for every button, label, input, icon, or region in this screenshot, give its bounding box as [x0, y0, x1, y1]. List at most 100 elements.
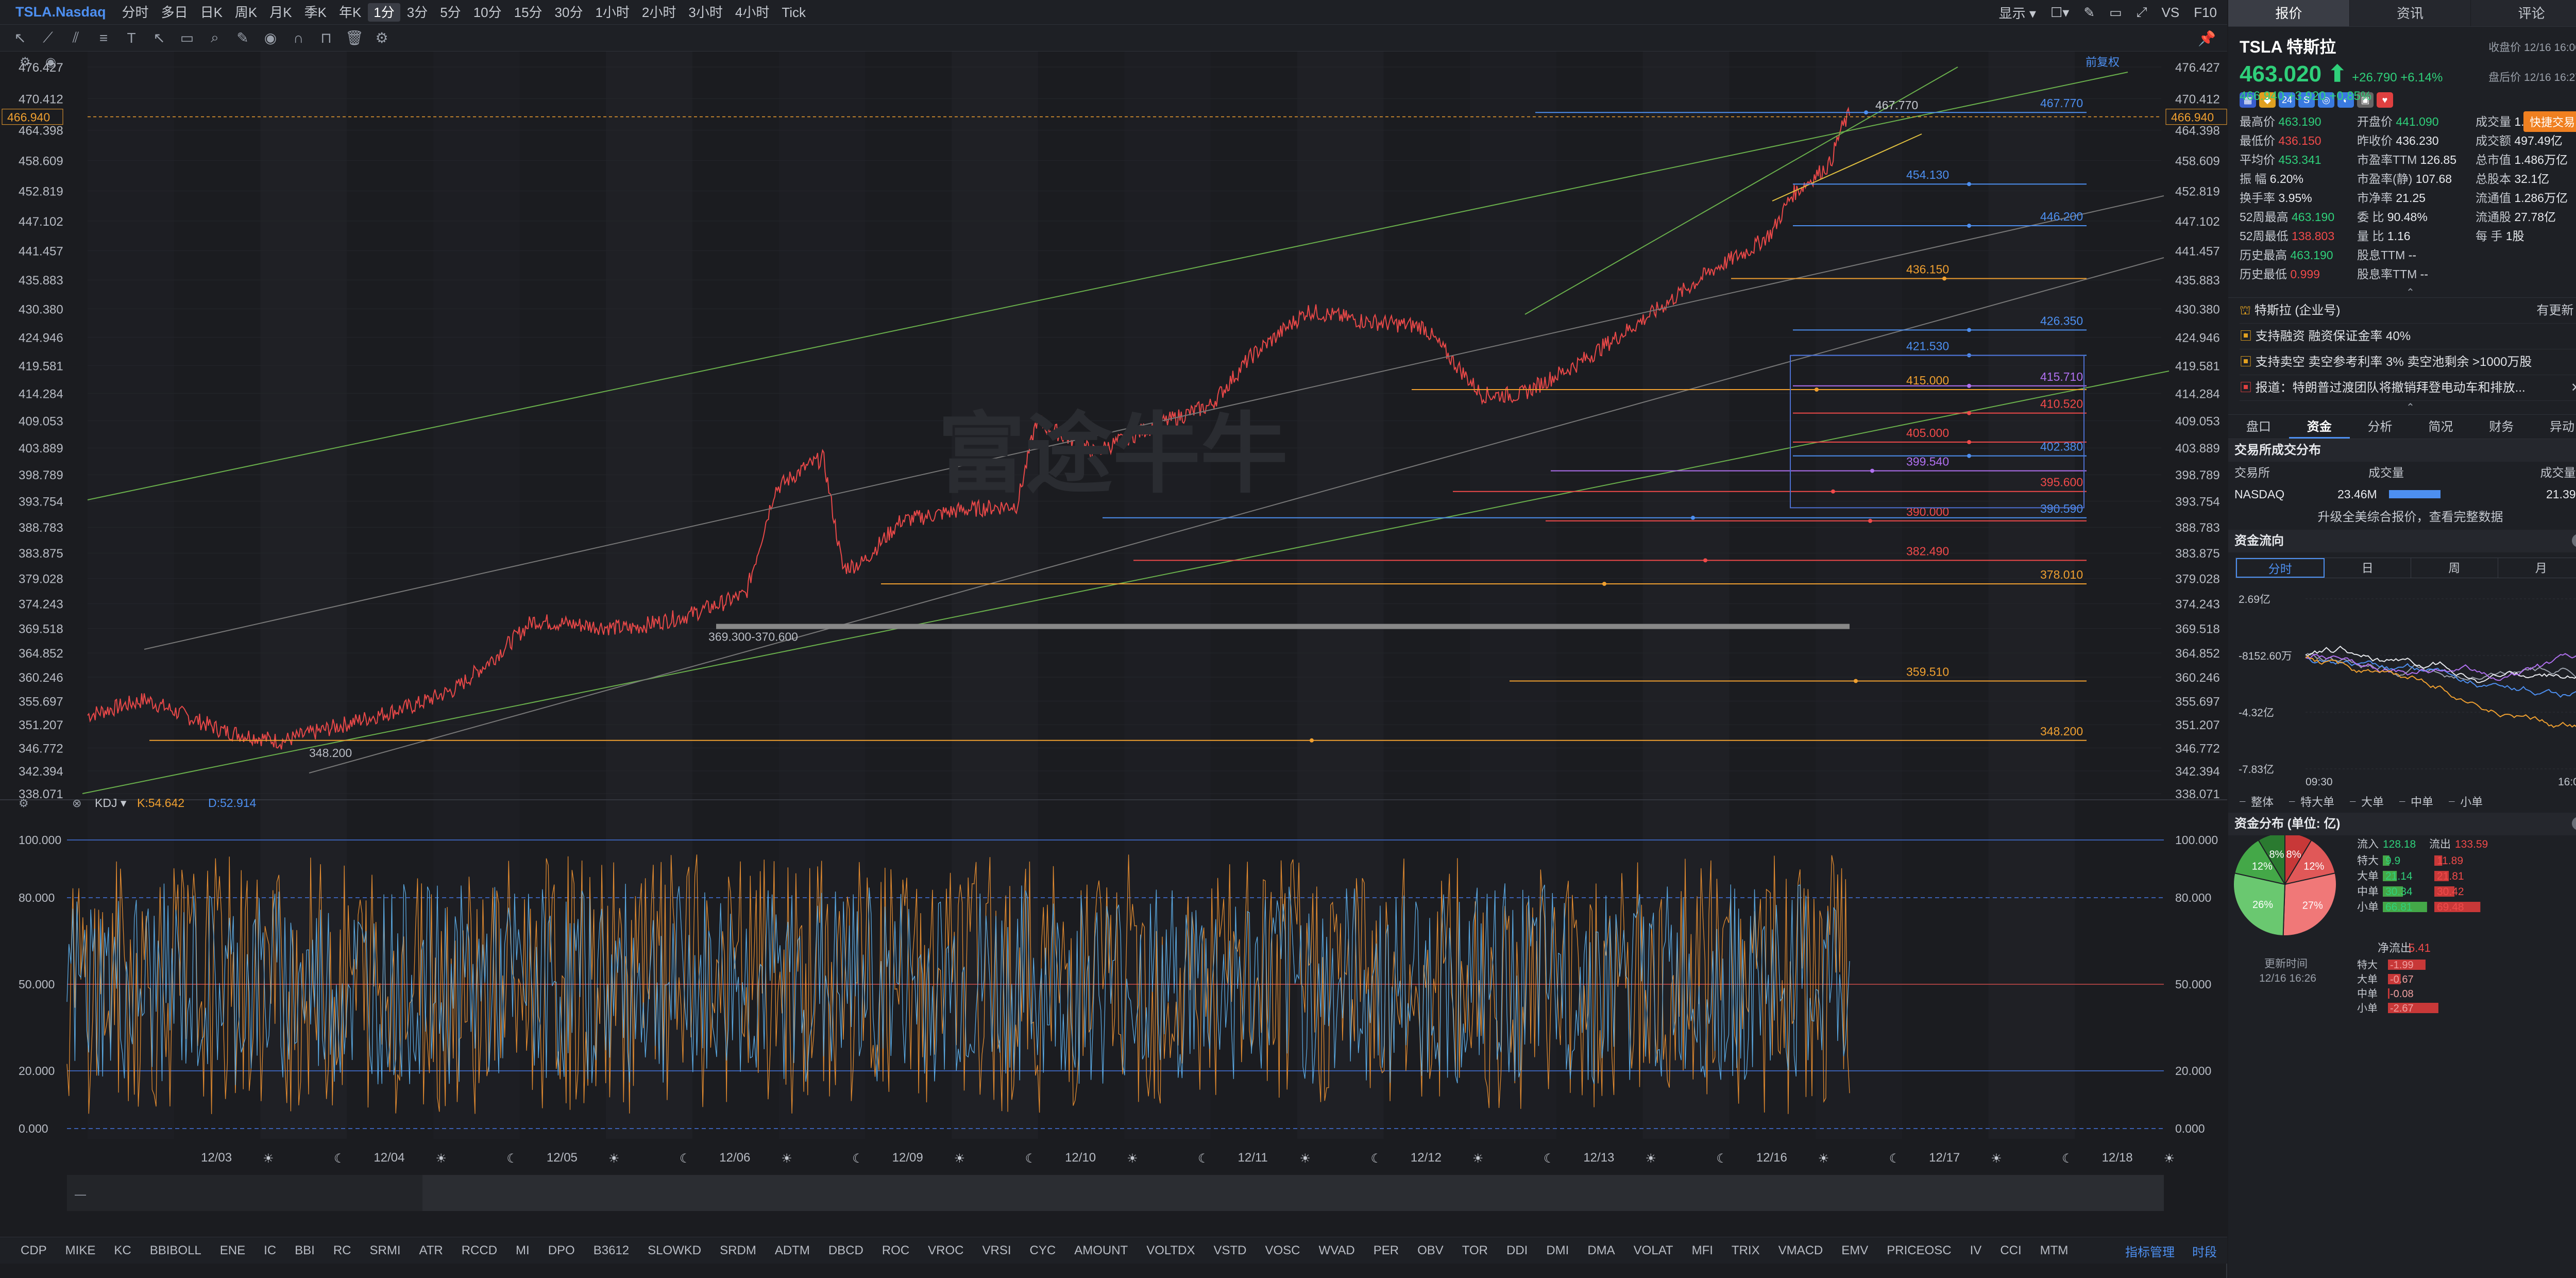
period-14[interactable]: 2小时	[636, 3, 682, 22]
indicator-10[interactable]: RCCD	[462, 1243, 497, 1258]
indicator-29[interactable]: TOR	[1462, 1243, 1488, 1258]
period-13[interactable]: 1小时	[589, 3, 635, 22]
period-5[interactable]: 季K	[299, 3, 332, 22]
indicator-24[interactable]: VSTD	[1213, 1243, 1246, 1258]
collapse-icon[interactable]: ⌃	[2228, 286, 2576, 298]
indicator-18[interactable]: ROC	[882, 1243, 909, 1258]
channel-tool-icon[interactable]: ⫽	[67, 29, 84, 46]
period-4[interactable]: 月K	[264, 3, 297, 22]
f10-button[interactable]: F10	[2194, 5, 2217, 21]
lock-icon[interactable]: ⊓	[317, 29, 335, 46]
period-8[interactable]: 3分	[401, 3, 433, 22]
indicator-21[interactable]: CYC	[1030, 1243, 1056, 1258]
indicator-26[interactable]: WVAD	[1318, 1243, 1354, 1258]
indicator-12[interactable]: DPO	[548, 1243, 575, 1258]
indicator-19[interactable]: VROC	[928, 1243, 963, 1258]
eye-icon[interactable]: ◉	[262, 29, 279, 46]
indicator-3[interactable]: BBIBOLL	[150, 1243, 201, 1258]
indicator-16[interactable]: ADTM	[775, 1243, 810, 1258]
news-right[interactable]: 有更新 ›	[2536, 298, 2576, 323]
flow-tab-0[interactable]: 分时	[2236, 558, 2325, 578]
symbol-label[interactable]: TSLA.Nasdaq	[15, 4, 106, 20]
cursor-icon[interactable]: ↖	[11, 29, 29, 46]
subtab-0[interactable]: 盘口	[2228, 415, 2289, 439]
fib-tool-icon[interactable]: ≡	[95, 30, 112, 46]
settings-icon[interactable]: ⚙	[373, 29, 391, 46]
indicator-34[interactable]: MFI	[1692, 1243, 1713, 1258]
indicator-35[interactable]: TRIX	[1732, 1243, 1760, 1258]
indicator-5[interactable]: IC	[264, 1243, 276, 1258]
indicator-14[interactable]: SLOWKD	[648, 1243, 701, 1258]
expand-icon[interactable]: ⌃	[2228, 401, 2576, 413]
indicator-30[interactable]: DDI	[1506, 1243, 1528, 1258]
indicator-17[interactable]: DBCD	[828, 1243, 863, 1258]
zoom-icon[interactable]: ⌕	[206, 29, 224, 46]
period-6[interactable]: 年K	[333, 3, 367, 22]
indicator-41[interactable]: MTM	[2040, 1243, 2069, 1258]
quick-trade-button[interactable]: 快捷交易	[2523, 111, 2576, 132]
subtab-1[interactable]: 资金	[2289, 415, 2350, 439]
indicator-20[interactable]: VRSI	[982, 1243, 1011, 1258]
indicator-4[interactable]: ENE	[220, 1243, 245, 1258]
news-row[interactable]: ▣ 支持融资 融资保证金率 40%	[2240, 324, 2576, 349]
indicator-11[interactable]: MI	[516, 1243, 530, 1258]
pin-icon[interactable]: 📌	[2198, 30, 2216, 47]
session-button[interactable]: 时段	[2192, 1242, 2217, 1260]
price-chart[interactable]: ⚙ ◉476.427 476.427470.412 470.412464.398 464…	[0, 52, 2227, 1237]
subtab-2[interactable]: 分析	[2350, 415, 2411, 439]
display-menu[interactable]: 显示 ▾	[1999, 3, 2036, 22]
flow-tab-2[interactable]: 周	[2411, 558, 2498, 578]
indicator-15[interactable]: SRDM	[720, 1243, 756, 1258]
indicator-28[interactable]: OBV	[1417, 1243, 1444, 1258]
brush-icon[interactable]: ✎	[234, 29, 251, 46]
period-11[interactable]: 15分	[509, 3, 548, 22]
indicator-38[interactable]: PRICEOSC	[1887, 1243, 1951, 1258]
indicator-0[interactable]: CDP	[21, 1243, 47, 1258]
indicator-27[interactable]: PER	[1374, 1243, 1399, 1258]
flow-tab-3[interactable]: 月	[2498, 558, 2576, 578]
indicator-7[interactable]: RC	[333, 1243, 351, 1258]
indicator-1[interactable]: MIKE	[65, 1243, 96, 1258]
period-3[interactable]: 周K	[229, 3, 263, 22]
indicator-32[interactable]: DMA	[1587, 1243, 1615, 1258]
help-icon[interactable]: ?	[2572, 817, 2576, 830]
magnet-icon[interactable]: ∩	[290, 30, 307, 46]
line-tool-icon[interactable]: ⟋	[39, 29, 57, 46]
flow-tab-1[interactable]: 日	[2325, 558, 2411, 578]
indicator-22[interactable]: AMOUNT	[1074, 1243, 1128, 1258]
indicator-36[interactable]: VMACD	[1778, 1243, 1823, 1258]
period-16[interactable]: 4小时	[730, 3, 775, 22]
indicator-8[interactable]: SRMI	[369, 1243, 400, 1258]
indicator-23[interactable]: VOLTDX	[1146, 1243, 1195, 1258]
indicator-9[interactable]: ATR	[419, 1243, 443, 1258]
indicator-6[interactable]: BBI	[295, 1243, 315, 1258]
period-10[interactable]: 10分	[468, 3, 507, 22]
indicator-13[interactable]: B3612	[594, 1243, 629, 1258]
news-row[interactable]: ⛫ 特斯拉 (企业号) 有更新 ›	[2240, 298, 2576, 324]
news-row[interactable]: ▣ 报道：特朗普过渡团队将撤销拜登电动车和排放... ✕	[2240, 375, 2576, 401]
period-9[interactable]: 5分	[434, 3, 466, 22]
indicator-manage-button[interactable]: 指标管理	[2125, 1242, 2175, 1260]
indicator-37[interactable]: EMV	[1841, 1243, 1868, 1258]
indicator-25[interactable]: VOSC	[1265, 1243, 1300, 1258]
text-tool-icon[interactable]: T	[123, 30, 140, 46]
indicator-2[interactable]: KC	[114, 1243, 131, 1258]
pen-icon[interactable]: ✎	[2083, 5, 2095, 21]
indicator-31[interactable]: DMI	[1546, 1243, 1569, 1258]
indicator-33[interactable]: VOLAT	[1634, 1243, 1673, 1258]
period-15[interactable]: 3小时	[683, 3, 728, 22]
period-7[interactable]: 1分	[368, 3, 400, 22]
subtab-5[interactable]: 异动	[2532, 415, 2576, 439]
news-right[interactable]: ✕	[2571, 375, 2576, 400]
layout-icon[interactable]: ☐▾	[2050, 5, 2069, 21]
subtab-4[interactable]: 财务	[2471, 415, 2532, 439]
fullscreen-icon[interactable]: ⤢	[2137, 4, 2147, 21]
indicator-39[interactable]: IV	[1970, 1243, 1982, 1258]
tab-comments[interactable]: 评论	[2471, 0, 2576, 26]
period-17[interactable]: Tick	[776, 3, 811, 22]
tab-quote[interactable]: 报价	[2228, 0, 2350, 26]
comment-icon[interactable]: ▭	[178, 29, 196, 46]
upgrade-link[interactable]: 升级全美综合报价，查看完整数据	[2228, 505, 2576, 530]
period-0[interactable]: 分时	[116, 3, 155, 22]
help-icon[interactable]: ?	[2572, 534, 2576, 547]
